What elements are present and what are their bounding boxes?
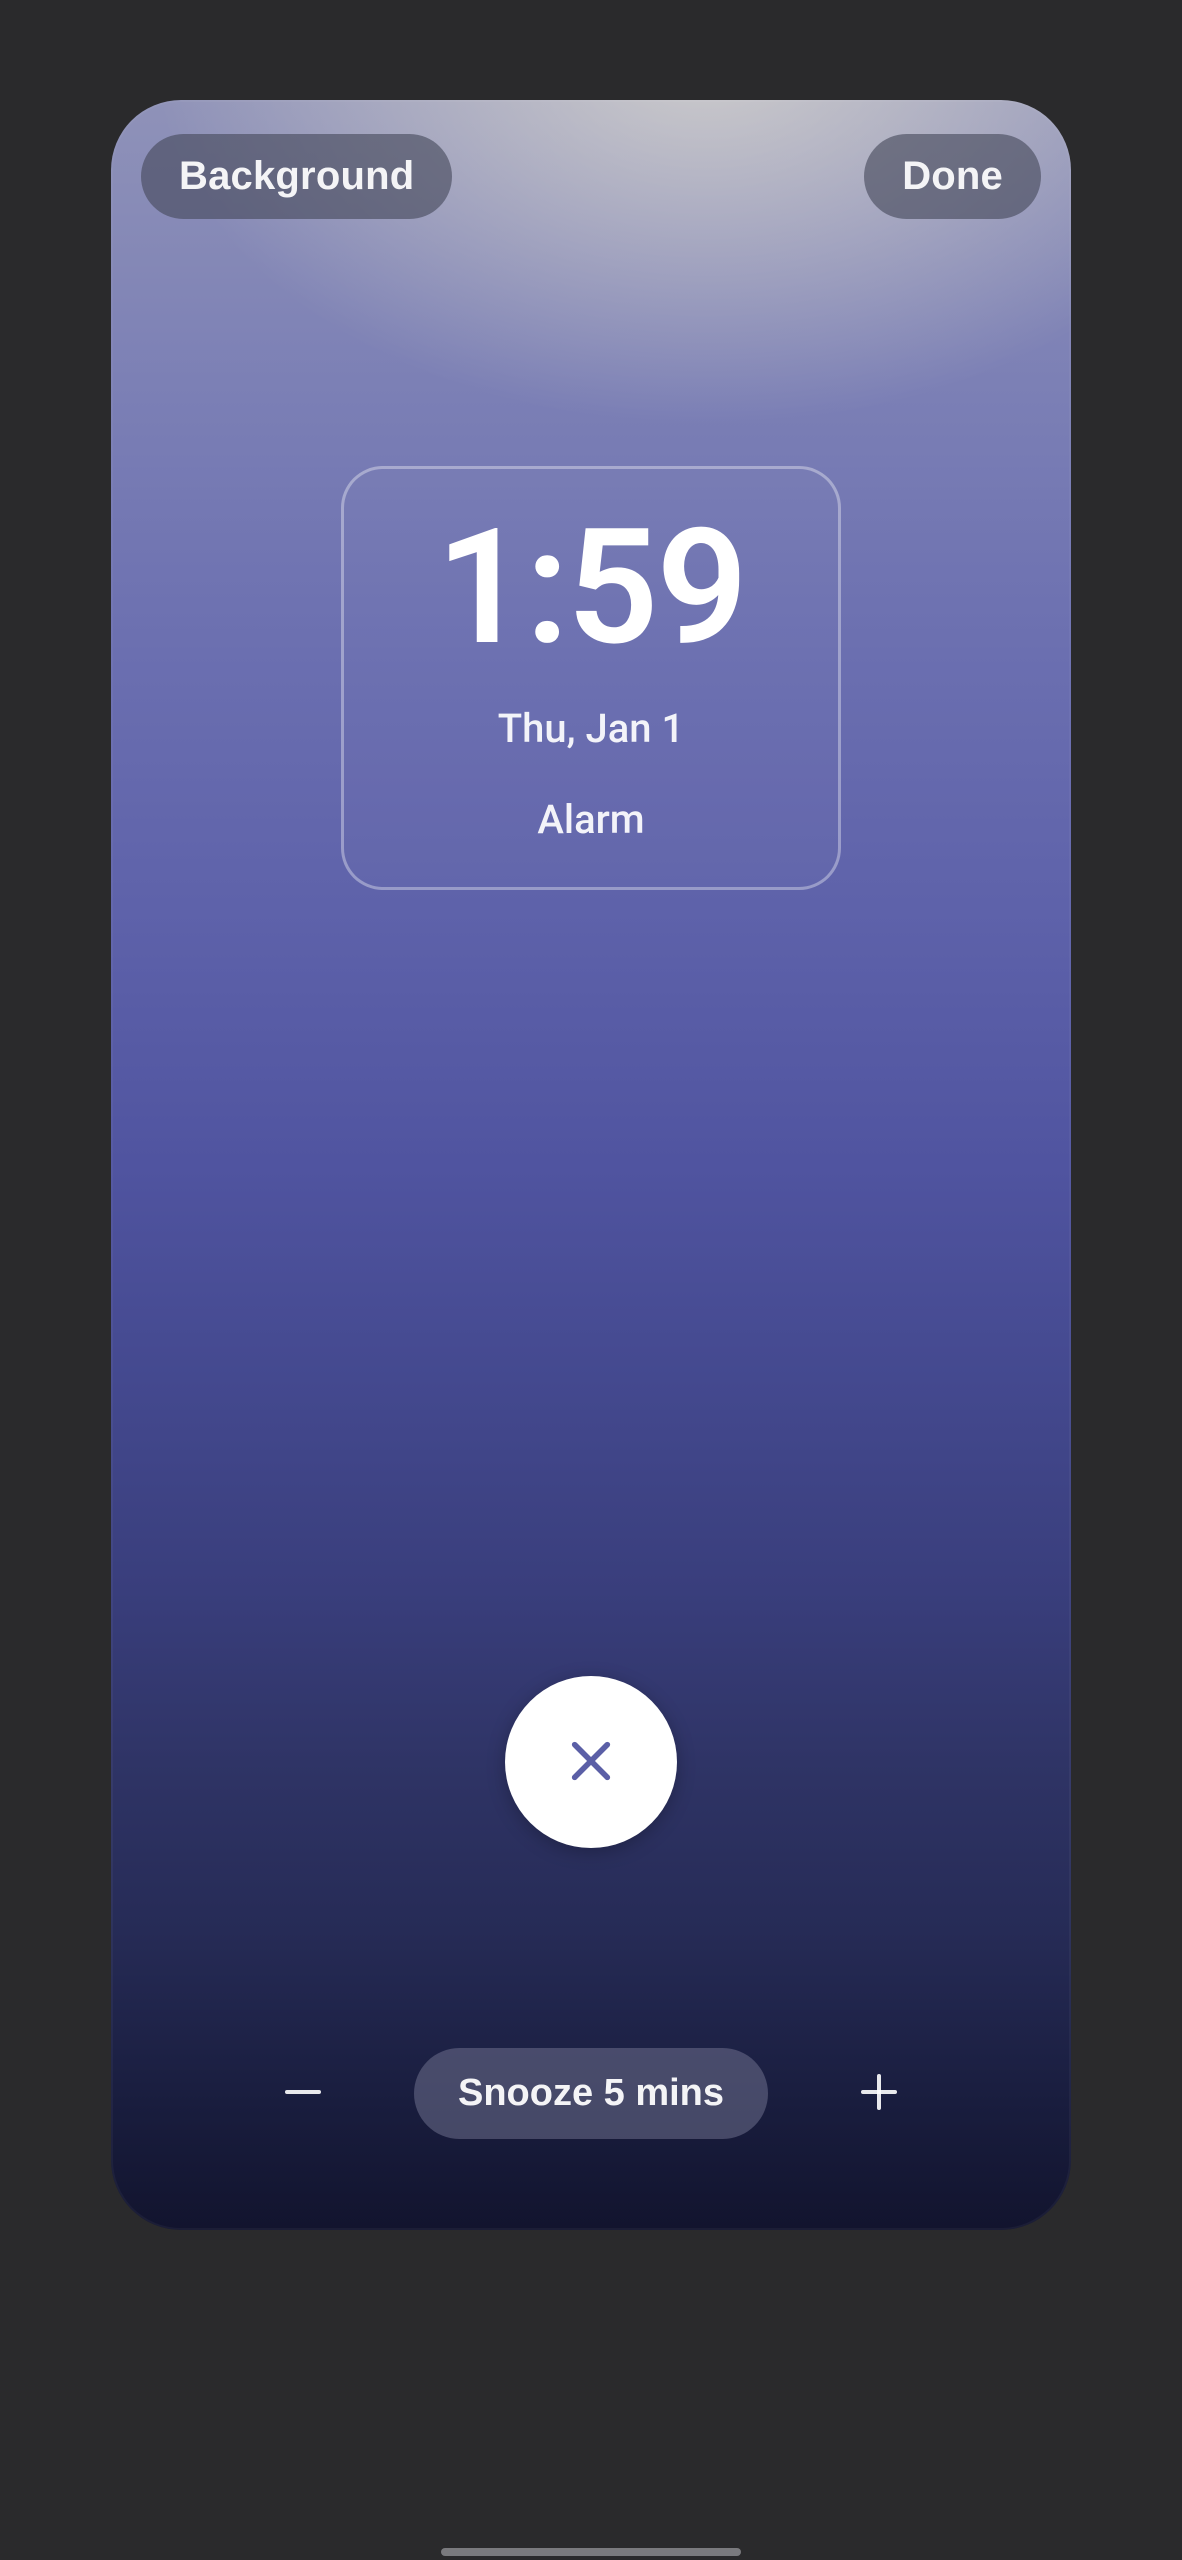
close-icon bbox=[563, 1733, 619, 1792]
background-button-label: Background bbox=[179, 154, 414, 198]
home-indicator[interactable] bbox=[441, 2548, 741, 2556]
snooze-row: Snooze 5 mins bbox=[111, 2048, 1071, 2139]
clock-widget[interactable]: 1:59 Thu, Jan 1 Alarm bbox=[341, 466, 841, 890]
snooze-decrease-button[interactable] bbox=[271, 2062, 335, 2126]
background-button[interactable]: Background bbox=[141, 134, 452, 219]
snooze-increase-button[interactable] bbox=[847, 2062, 911, 2126]
minus-icon bbox=[279, 2068, 327, 2119]
snooze-chip-label: Snooze 5 mins bbox=[458, 2072, 724, 2114]
dismiss-button[interactable] bbox=[505, 1676, 677, 1848]
clock-date: Thu, Jan 1 bbox=[364, 705, 818, 752]
snooze-chip[interactable]: Snooze 5 mins bbox=[414, 2048, 768, 2139]
done-button[interactable]: Done bbox=[864, 134, 1041, 219]
plus-icon bbox=[855, 2068, 903, 2119]
clock-time: 1:59 bbox=[364, 509, 818, 669]
done-button-label: Done bbox=[902, 154, 1003, 198]
lock-screen-editor: Background Done 1:59 Thu, Jan 1 Alarm Sn… bbox=[111, 100, 1071, 2230]
clock-label: Alarm bbox=[364, 796, 818, 843]
top-bar: Background Done bbox=[111, 134, 1071, 219]
